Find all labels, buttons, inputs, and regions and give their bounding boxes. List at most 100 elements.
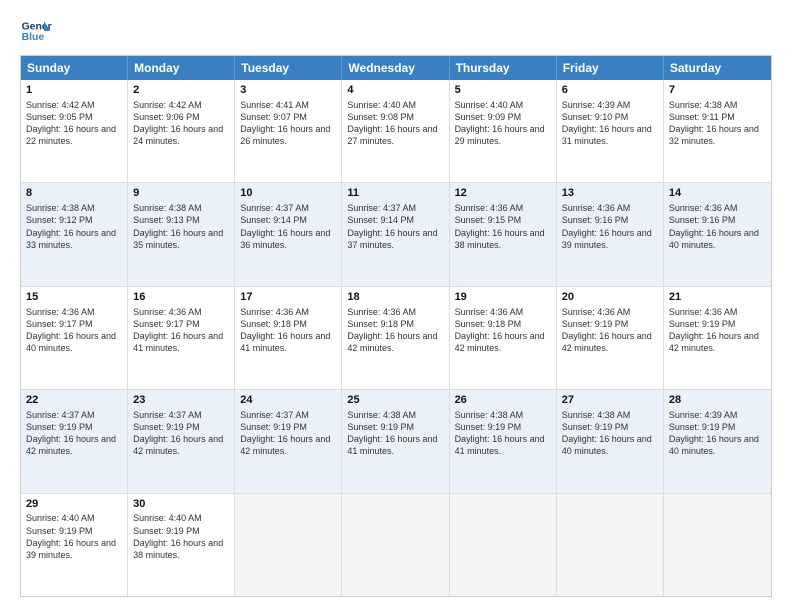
day-cell-22: 22 Sunrise: 4:37 AM Sunset: 9:19 PM Dayl… (21, 390, 128, 492)
sunrise: Sunrise: 4:38 AM (669, 100, 738, 110)
day-cell-13: 13 Sunrise: 4:36 AM Sunset: 9:16 PM Dayl… (557, 183, 664, 285)
daylight: Daylight: 16 hours and 37 minutes. (347, 228, 437, 250)
sunset: Sunset: 9:19 PM (669, 319, 736, 329)
sunset: Sunset: 9:17 PM (26, 319, 93, 329)
daylight: Daylight: 16 hours and 40 minutes. (669, 434, 759, 456)
day-cell-2: 2 Sunrise: 4:42 AM Sunset: 9:06 PM Dayli… (128, 80, 235, 182)
daylight: Daylight: 16 hours and 40 minutes. (562, 434, 652, 456)
calendar-week-2: 8 Sunrise: 4:38 AM Sunset: 9:12 PM Dayli… (21, 183, 771, 286)
empty-cell (664, 494, 771, 596)
logo: General Blue (20, 15, 52, 47)
day-number: 11 (347, 186, 443, 201)
daylight: Daylight: 16 hours and 38 minutes. (133, 538, 223, 560)
header-day-wednesday: Wednesday (342, 56, 449, 80)
day-cell-24: 24 Sunrise: 4:37 AM Sunset: 9:19 PM Dayl… (235, 390, 342, 492)
calendar-week-4: 22 Sunrise: 4:37 AM Sunset: 9:19 PM Dayl… (21, 390, 771, 493)
daylight: Daylight: 16 hours and 41 minutes. (347, 434, 437, 456)
sunset: Sunset: 9:12 PM (26, 215, 93, 225)
sunrise: Sunrise: 4:38 AM (347, 410, 416, 420)
day-number: 15 (26, 290, 122, 305)
day-number: 24 (240, 393, 336, 408)
daylight: Daylight: 16 hours and 41 minutes. (133, 331, 223, 353)
calendar-header: SundayMondayTuesdayWednesdayThursdayFrid… (21, 56, 771, 80)
day-cell-27: 27 Sunrise: 4:38 AM Sunset: 9:19 PM Dayl… (557, 390, 664, 492)
day-cell-23: 23 Sunrise: 4:37 AM Sunset: 9:19 PM Dayl… (128, 390, 235, 492)
day-number: 8 (26, 186, 122, 201)
empty-cell (557, 494, 664, 596)
day-cell-7: 7 Sunrise: 4:38 AM Sunset: 9:11 PM Dayli… (664, 80, 771, 182)
header-day-saturday: Saturday (664, 56, 771, 80)
day-number: 22 (26, 393, 122, 408)
daylight: Daylight: 16 hours and 42 minutes. (347, 331, 437, 353)
sunrise: Sunrise: 4:36 AM (669, 307, 738, 317)
sunrise: Sunrise: 4:40 AM (133, 513, 202, 523)
day-number: 21 (669, 290, 766, 305)
sunrise: Sunrise: 4:39 AM (669, 410, 738, 420)
daylight: Daylight: 16 hours and 42 minutes. (240, 434, 330, 456)
daylight: Daylight: 16 hours and 38 minutes. (455, 228, 545, 250)
daylight: Daylight: 16 hours and 40 minutes. (26, 331, 116, 353)
header-day-monday: Monday (128, 56, 235, 80)
sunrise: Sunrise: 4:40 AM (347, 100, 416, 110)
sunset: Sunset: 9:19 PM (26, 422, 93, 432)
daylight: Daylight: 16 hours and 29 minutes. (455, 124, 545, 146)
day-number: 26 (455, 393, 551, 408)
sunset: Sunset: 9:16 PM (562, 215, 629, 225)
daylight: Daylight: 16 hours and 42 minutes. (133, 434, 223, 456)
sunset: Sunset: 9:19 PM (669, 422, 736, 432)
daylight: Daylight: 16 hours and 42 minutes. (455, 331, 545, 353)
day-number: 4 (347, 83, 443, 98)
header-day-thursday: Thursday (450, 56, 557, 80)
day-number: 12 (455, 186, 551, 201)
sunset: Sunset: 9:18 PM (240, 319, 307, 329)
day-number: 25 (347, 393, 443, 408)
daylight: Daylight: 16 hours and 39 minutes. (562, 228, 652, 250)
sunrise: Sunrise: 4:36 AM (347, 307, 416, 317)
sunset: Sunset: 9:19 PM (26, 526, 93, 536)
sunrise: Sunrise: 4:36 AM (240, 307, 309, 317)
day-number: 14 (669, 186, 766, 201)
day-cell-9: 9 Sunrise: 4:38 AM Sunset: 9:13 PM Dayli… (128, 183, 235, 285)
day-number: 18 (347, 290, 443, 305)
sunset: Sunset: 9:11 PM (669, 112, 735, 122)
daylight: Daylight: 16 hours and 35 minutes. (133, 228, 223, 250)
sunset: Sunset: 9:19 PM (455, 422, 522, 432)
day-cell-29: 29 Sunrise: 4:40 AM Sunset: 9:19 PM Dayl… (21, 494, 128, 596)
day-number: 7 (669, 83, 766, 98)
day-cell-30: 30 Sunrise: 4:40 AM Sunset: 9:19 PM Dayl… (128, 494, 235, 596)
sunset: Sunset: 9:17 PM (133, 319, 200, 329)
sunrise: Sunrise: 4:36 AM (455, 203, 524, 213)
day-cell-18: 18 Sunrise: 4:36 AM Sunset: 9:18 PM Dayl… (342, 287, 449, 389)
daylight: Daylight: 16 hours and 41 minutes. (240, 331, 330, 353)
sunrise: Sunrise: 4:40 AM (455, 100, 524, 110)
calendar-week-5: 29 Sunrise: 4:40 AM Sunset: 9:19 PM Dayl… (21, 494, 771, 596)
sunset: Sunset: 9:14 PM (347, 215, 414, 225)
day-number: 16 (133, 290, 229, 305)
day-number: 5 (455, 83, 551, 98)
daylight: Daylight: 16 hours and 40 minutes. (669, 228, 759, 250)
day-number: 3 (240, 83, 336, 98)
day-cell-16: 16 Sunrise: 4:36 AM Sunset: 9:17 PM Dayl… (128, 287, 235, 389)
day-number: 1 (26, 83, 122, 98)
daylight: Daylight: 16 hours and 26 minutes. (240, 124, 330, 146)
sunrise: Sunrise: 4:38 AM (562, 410, 631, 420)
logo-icon: General Blue (20, 15, 52, 47)
day-number: 6 (562, 83, 658, 98)
daylight: Daylight: 16 hours and 24 minutes. (133, 124, 223, 146)
sunset: Sunset: 9:16 PM (669, 215, 736, 225)
day-cell-4: 4 Sunrise: 4:40 AM Sunset: 9:08 PM Dayli… (342, 80, 449, 182)
day-number: 20 (562, 290, 658, 305)
sunset: Sunset: 9:18 PM (455, 319, 522, 329)
day-cell-14: 14 Sunrise: 4:36 AM Sunset: 9:16 PM Dayl… (664, 183, 771, 285)
sunrise: Sunrise: 4:36 AM (455, 307, 524, 317)
sunrise: Sunrise: 4:41 AM (240, 100, 309, 110)
sunrise: Sunrise: 4:37 AM (240, 410, 309, 420)
sunrise: Sunrise: 4:36 AM (133, 307, 202, 317)
daylight: Daylight: 16 hours and 27 minutes. (347, 124, 437, 146)
day-number: 28 (669, 393, 766, 408)
day-number: 13 (562, 186, 658, 201)
header-day-sunday: Sunday (21, 56, 128, 80)
empty-cell (450, 494, 557, 596)
day-cell-17: 17 Sunrise: 4:36 AM Sunset: 9:18 PM Dayl… (235, 287, 342, 389)
day-number: 27 (562, 393, 658, 408)
